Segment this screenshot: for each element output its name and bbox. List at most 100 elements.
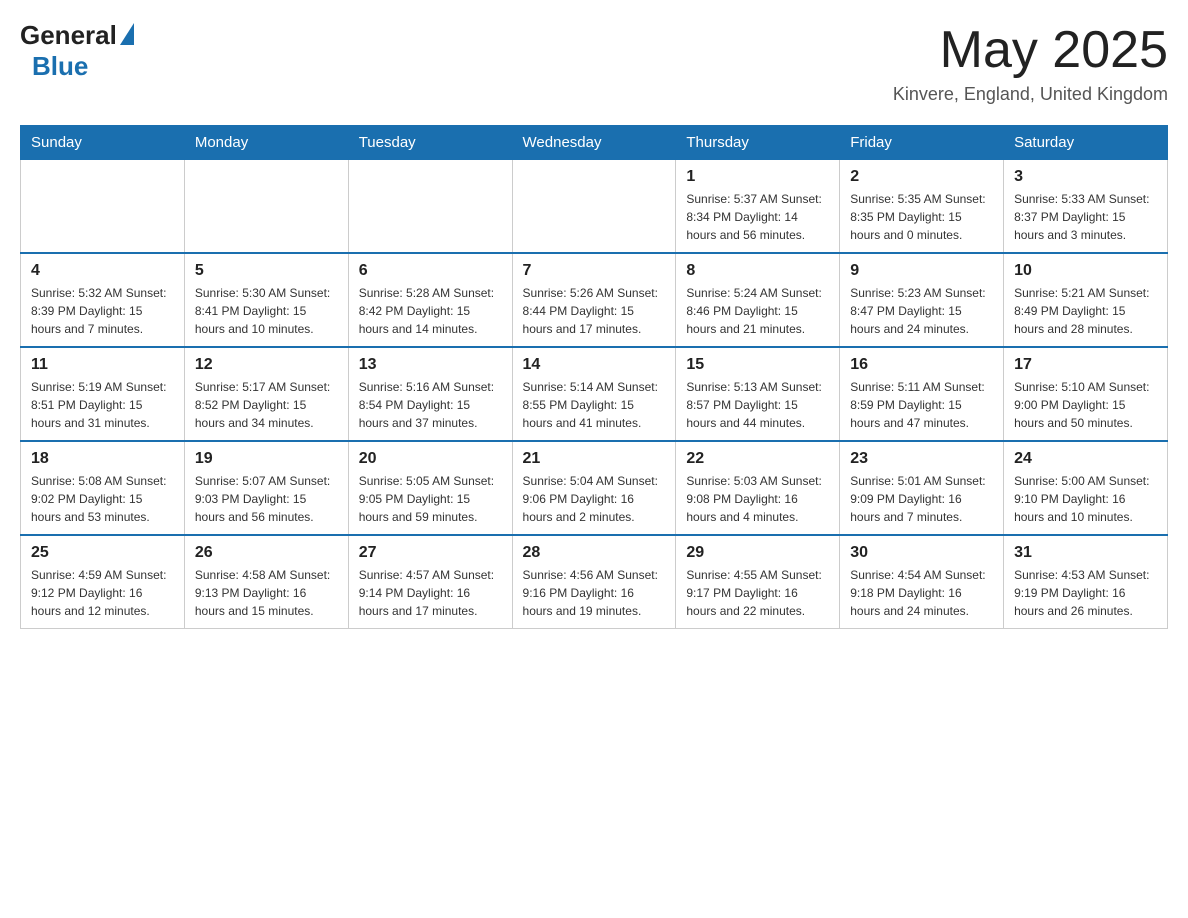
calendar-cell: 3Sunrise: 5:33 AM Sunset: 8:37 PM Daylig… (1004, 160, 1168, 254)
calendar-cell: 12Sunrise: 5:17 AM Sunset: 8:52 PM Dayli… (184, 347, 348, 441)
day-number: 13 (359, 356, 502, 374)
day-info: Sunrise: 5:01 AM Sunset: 9:09 PM Dayligh… (850, 472, 993, 526)
day-info: Sunrise: 4:55 AM Sunset: 9:17 PM Dayligh… (686, 566, 829, 620)
day-info: Sunrise: 4:59 AM Sunset: 9:12 PM Dayligh… (31, 566, 174, 620)
calendar-cell: 10 Sunrise: 5:21 AM Sunset: 8:49 PM Dayli… (1004, 253, 1168, 347)
day-number: 16 (850, 356, 993, 374)
calendar-cell: 23 Sunrise: 5:01 AM Sunset: 9:09 PM Dayli… (840, 441, 1004, 535)
calendar-cell (184, 160, 348, 254)
day-info: Sunrise: 5:05 AM Sunset: 9:05 PM Dayligh… (359, 472, 502, 526)
day-number: 8 (686, 262, 829, 280)
day-info: Sunrise: 5:23 AM Sunset: 8:47 PM Dayligh… (850, 284, 993, 338)
day-info: Sunrise: 5:10 AM Sunset: 9:00 PM Dayligh… (1014, 378, 1157, 432)
calendar-cell: 4 Sunrise: 5:32 AM Sunset: 8:39 PM Daylig… (21, 253, 185, 347)
day-number: 5 (195, 262, 338, 280)
calendar-header-saturday: Saturday (1004, 126, 1168, 160)
logo-triangle-icon (120, 23, 134, 45)
calendar-cell: 22 Sunrise: 5:03 AM Sunset: 9:08 PM Dayli… (676, 441, 840, 535)
calendar-header-tuesday: Tuesday (348, 126, 512, 160)
day-number: 29 (686, 544, 829, 562)
calendar-cell: 24 Sunrise: 5:00 AM Sunset: 9:10 PM Dayli… (1004, 441, 1168, 535)
day-number: 7 (523, 262, 666, 280)
calendar-cell: 11Sunrise: 5:19 AM Sunset: 8:51 PM Dayli… (21, 347, 185, 441)
calendar-week-row: 18 Sunrise: 5:08 AM Sunset: 9:02 PM Dayli… (21, 441, 1168, 535)
calendar-cell: 19 Sunrise: 5:07 AM Sunset: 9:03 PM Dayli… (184, 441, 348, 535)
calendar-cell (512, 160, 676, 254)
calendar-cell (21, 160, 185, 254)
day-info: Sunrise: 5:04 AM Sunset: 9:06 PM Dayligh… (523, 472, 666, 526)
day-number: 21 (523, 450, 666, 468)
logo-general-text: General (20, 20, 117, 51)
calendar-cell: 6 Sunrise: 5:28 AM Sunset: 8:42 PM Daylig… (348, 253, 512, 347)
day-number: 27 (359, 544, 502, 562)
day-number: 17 (1014, 356, 1157, 374)
calendar-header-wednesday: Wednesday (512, 126, 676, 160)
day-info: Sunrise: 5:08 AM Sunset: 9:02 PM Dayligh… (31, 472, 174, 526)
calendar-cell: 1 Sunrise: 5:37 AM Sunset: 8:34 PM Daylig… (676, 160, 840, 254)
page-header: General Blue May 2025 Kinvere, England, … (20, 20, 1168, 105)
day-number: 20 (359, 450, 502, 468)
calendar-cell: 13Sunrise: 5:16 AM Sunset: 8:54 PM Dayli… (348, 347, 512, 441)
day-number: 23 (850, 450, 993, 468)
day-number: 18 (31, 450, 174, 468)
day-number: 22 (686, 450, 829, 468)
day-number: 25 (31, 544, 174, 562)
calendar-cell: 26 Sunrise: 4:58 AM Sunset: 9:13 PM Dayli… (184, 535, 348, 629)
day-info: Sunrise: 5:14 AM Sunset: 8:55 PM Dayligh… (523, 378, 666, 432)
calendar-cell: 9 Sunrise: 5:23 AM Sunset: 8:47 PM Daylig… (840, 253, 1004, 347)
calendar-cell: 31 Sunrise: 4:53 AM Sunset: 9:19 PM Dayli… (1004, 535, 1168, 629)
day-info: Sunrise: 5:28 AM Sunset: 8:42 PM Dayligh… (359, 284, 502, 338)
day-number: 24 (1014, 450, 1157, 468)
month-title: May 2025 (893, 20, 1168, 80)
calendar-header-row: SundayMondayTuesdayWednesdayThursdayFrid… (21, 126, 1168, 160)
logo: General Blue (20, 20, 134, 82)
day-info: Sunrise: 5:21 AM Sunset: 8:49 PM Dayligh… (1014, 284, 1157, 338)
day-number: 10 (1014, 262, 1157, 280)
calendar-cell (348, 160, 512, 254)
day-number: 28 (523, 544, 666, 562)
day-info: Sunrise: 5:35 AM Sunset: 8:35 PM Dayligh… (850, 190, 993, 244)
day-number: 30 (850, 544, 993, 562)
day-info: Sunrise: 4:53 AM Sunset: 9:19 PM Dayligh… (1014, 566, 1157, 620)
day-number: 4 (31, 262, 174, 280)
calendar-header-thursday: Thursday (676, 126, 840, 160)
day-info: Sunrise: 5:30 AM Sunset: 8:41 PM Dayligh… (195, 284, 338, 338)
day-info: Sunrise: 5:33 AM Sunset: 8:37 PM Dayligh… (1014, 190, 1157, 244)
calendar-cell: 15 Sunrise: 5:13 AM Sunset: 8:57 PM Dayli… (676, 347, 840, 441)
day-number: 15 (686, 356, 829, 374)
day-number: 26 (195, 544, 338, 562)
logo-blue-text: Blue (18, 51, 88, 82)
calendar-cell: 20 Sunrise: 5:05 AM Sunset: 9:05 PM Dayli… (348, 441, 512, 535)
calendar-week-row: 1 Sunrise: 5:37 AM Sunset: 8:34 PM Daylig… (21, 160, 1168, 254)
day-info: Sunrise: 5:00 AM Sunset: 9:10 PM Dayligh… (1014, 472, 1157, 526)
calendar-week-row: 4 Sunrise: 5:32 AM Sunset: 8:39 PM Daylig… (21, 253, 1168, 347)
calendar-cell: 25 Sunrise: 4:59 AM Sunset: 9:12 PM Dayli… (21, 535, 185, 629)
day-number: 6 (359, 262, 502, 280)
day-number: 2 (850, 168, 993, 186)
day-number: 1 (686, 168, 829, 186)
day-info: Sunrise: 5:11 AM Sunset: 8:59 PM Dayligh… (850, 378, 993, 432)
calendar-cell: 30Sunrise: 4:54 AM Sunset: 9:18 PM Dayli… (840, 535, 1004, 629)
day-number: 11 (31, 356, 174, 374)
calendar-cell: 17 Sunrise: 5:10 AM Sunset: 9:00 PM Dayli… (1004, 347, 1168, 441)
calendar-week-row: 25 Sunrise: 4:59 AM Sunset: 9:12 PM Dayli… (21, 535, 1168, 629)
day-info: Sunrise: 5:37 AM Sunset: 8:34 PM Dayligh… (686, 190, 829, 244)
calendar-header-sunday: Sunday (21, 126, 185, 160)
day-number: 31 (1014, 544, 1157, 562)
calendar-cell: 27 Sunrise: 4:57 AM Sunset: 9:14 PM Dayli… (348, 535, 512, 629)
day-number: 19 (195, 450, 338, 468)
day-info: Sunrise: 5:13 AM Sunset: 8:57 PM Dayligh… (686, 378, 829, 432)
day-info: Sunrise: 5:07 AM Sunset: 9:03 PM Dayligh… (195, 472, 338, 526)
calendar-cell: 28 Sunrise: 4:56 AM Sunset: 9:16 PM Dayli… (512, 535, 676, 629)
day-info: Sunrise: 5:32 AM Sunset: 8:39 PM Dayligh… (31, 284, 174, 338)
calendar-cell: 5 Sunrise: 5:30 AM Sunset: 8:41 PM Daylig… (184, 253, 348, 347)
day-number: 9 (850, 262, 993, 280)
calendar-cell: 16 Sunrise: 5:11 AM Sunset: 8:59 PM Dayli… (840, 347, 1004, 441)
calendar-header-friday: Friday (840, 126, 1004, 160)
day-info: Sunrise: 5:03 AM Sunset: 9:08 PM Dayligh… (686, 472, 829, 526)
calendar-cell: 7Sunrise: 5:26 AM Sunset: 8:44 PM Daylig… (512, 253, 676, 347)
day-info: Sunrise: 4:56 AM Sunset: 9:16 PM Dayligh… (523, 566, 666, 620)
day-info: Sunrise: 4:58 AM Sunset: 9:13 PM Dayligh… (195, 566, 338, 620)
day-info: Sunrise: 4:57 AM Sunset: 9:14 PM Dayligh… (359, 566, 502, 620)
calendar-header-monday: Monday (184, 126, 348, 160)
